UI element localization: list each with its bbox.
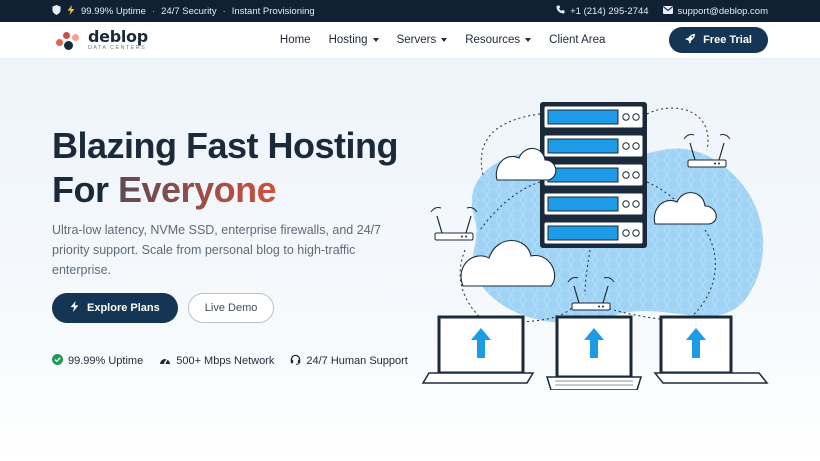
security-text: 24/7 Security — [161, 5, 217, 17]
bolt-icon — [67, 4, 75, 18]
gauge-icon — [159, 355, 171, 368]
chevron-down-icon — [525, 38, 532, 42]
hero-title: Blazing Fast Hosting For Everyone — [52, 124, 399, 212]
logo-subtitle: DATA CENTERS — [88, 44, 147, 51]
feature-support: 24/7 Human Support — [290, 354, 408, 368]
server-unit — [543, 192, 644, 216]
headset-icon — [290, 354, 301, 368]
chevron-down-icon — [372, 38, 379, 42]
uptime-text: 99.99% Uptime — [81, 5, 146, 17]
logo-text: deblop DATA CENTERS — [88, 26, 148, 52]
live-demo-button[interactable]: Live Demo — [187, 293, 275, 323]
hero-title-line1: Blazing Fast Hosting — [52, 125, 399, 166]
bolt-icon — [70, 301, 79, 315]
phone-number: +1 (214) 295-2744 — [570, 5, 649, 17]
mail-icon — [662, 5, 673, 17]
nav-item-home[interactable]: Home — [280, 34, 311, 46]
feature-uptime: 99.99% Uptime — [52, 354, 143, 368]
nav-item-label: Hosting — [328, 34, 368, 46]
server-unit — [543, 105, 644, 129]
explore-plans-label: Explore Plans — [87, 302, 160, 314]
router-icon — [430, 207, 478, 241]
top-bar-contacts: +1 (214) 295-2744 support@deblop.com — [556, 5, 768, 17]
email-link[interactable]: support@deblop.com — [662, 5, 768, 17]
server-unit — [543, 221, 644, 245]
main-navbar: deblop DATA CENTERS Home Hosting Servers… — [0, 22, 820, 59]
rocket-icon — [685, 33, 696, 47]
hero-title-plain: For — [52, 169, 118, 210]
feature-label: 99.99% Uptime — [68, 355, 144, 367]
free-trial-button[interactable]: Free Trial — [669, 27, 768, 53]
phone-link[interactable]: +1 (214) 295-2744 — [556, 5, 649, 17]
provisioning-text: Instant Provisioning — [231, 5, 315, 17]
server-unit — [543, 134, 644, 158]
live-demo-label: Live Demo — [204, 302, 258, 314]
hero-title-line2: For Everyone — [52, 168, 398, 212]
logo-mark-icon — [56, 29, 82, 51]
separator: · — [222, 5, 226, 17]
nav-item-resources[interactable]: Resources — [465, 34, 532, 46]
nav-item-label: Servers — [396, 34, 437, 46]
free-trial-label: Free Trial — [703, 34, 752, 46]
nav-item-servers[interactable]: Servers — [397, 34, 448, 46]
logo-name: deblop — [88, 26, 148, 46]
top-bar-left: 99.99% Uptime · 24/7 Security · Instant … — [52, 4, 315, 18]
hosting-illustration — [421, 102, 769, 390]
top-bar: 99.99% Uptime · 24/7 Security · Instant … — [0, 0, 820, 22]
nav-menu: Home Hosting Servers Resources Client Ar… — [280, 34, 606, 46]
feature-network: 500+ Mbps Network — [159, 354, 274, 368]
separator: · — [151, 5, 156, 17]
hero-title-accent: Everyone — [118, 169, 277, 210]
phone-icon — [556, 5, 565, 17]
server-rack — [540, 102, 647, 248]
server-unit — [543, 163, 644, 187]
chevron-down-icon — [441, 38, 448, 42]
nav-item-label: Client Area — [549, 34, 606, 46]
check-circle-icon — [52, 354, 63, 368]
hero-features: 99.99% Uptime 500+ Mbps Network 24/7 Hum… — [52, 354, 408, 368]
nav-item-label: Home — [279, 34, 311, 46]
hero-cta-group: Explore Plans Live Demo — [52, 293, 275, 323]
email-address: support@deblop.com — [677, 5, 768, 17]
logo[interactable]: deblop DATA CENTERS — [56, 26, 148, 52]
nav-item-label: Resources — [465, 34, 521, 46]
laptop-icon — [545, 315, 643, 390]
laptop-icon — [421, 315, 535, 384]
nav-item-hosting[interactable]: Hosting — [329, 34, 379, 46]
hero-lead: Ultra-low latency, NVMe SSD, enterprise … — [52, 223, 382, 277]
feature-label: 500+ Mbps Network — [176, 355, 275, 367]
laptop-icon — [653, 315, 769, 384]
explore-plans-button[interactable]: Explore Plans — [52, 293, 178, 323]
feature-label: 24/7 Human Support — [306, 355, 408, 367]
shield-icon — [52, 4, 61, 18]
nav-item-client-area[interactable]: Client Area — [549, 34, 605, 46]
